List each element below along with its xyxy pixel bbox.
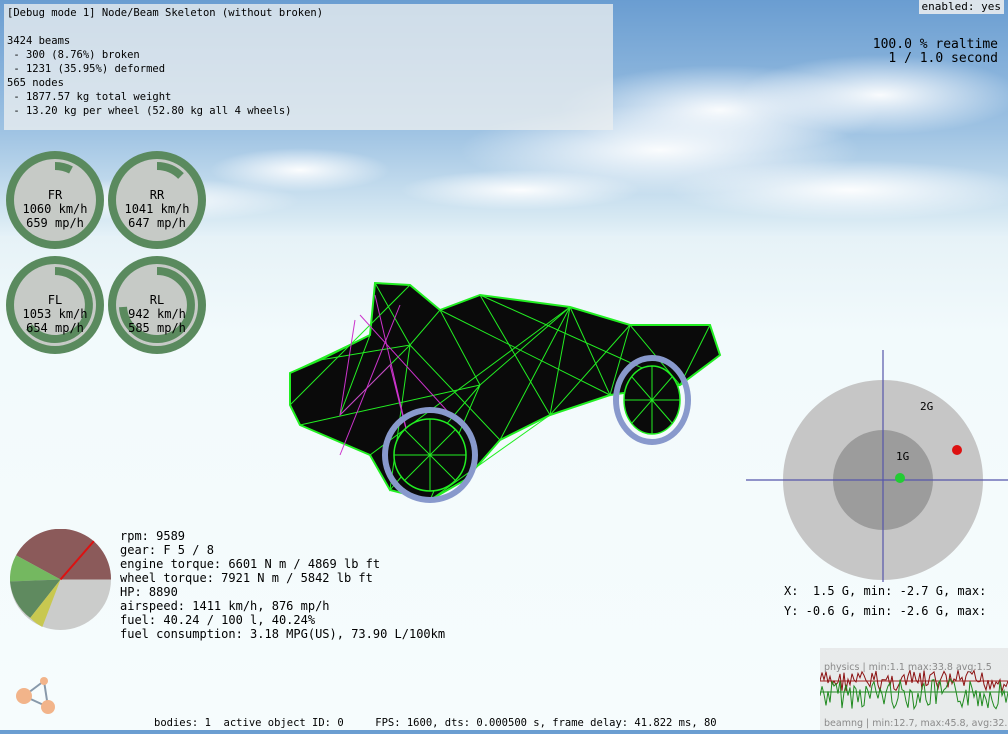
graph-beamng-label: beamng | min:12.7, max:45.8, avg:32.5 — [824, 718, 1008, 729]
wheel-gauge-rr: RR 1041 km/h 647 mp/h — [107, 150, 207, 250]
realtime-percent: 100.0 % realtime — [872, 37, 998, 52]
g-y-readout: Y: -0.6 G, min: -2.6 G, max: — [784, 604, 987, 618]
fuel-consumption-readout: fuel consumption: 3.18 MPG(US), 73.90 L/… — [120, 627, 446, 641]
wheel-speed-mph: 585 mp/h — [128, 321, 186, 335]
enabled-status: enabled: yes — [918, 0, 1004, 14]
g-current-dot — [895, 473, 905, 483]
wheel-speed-kmh: 1060 km/h — [22, 202, 88, 216]
wheel-speed-kmh: 1041 km/h — [124, 202, 190, 216]
vehicle-stats: rpm: 9589 gear: F 5 / 8 engine torque: 660… — [120, 529, 445, 641]
wheel-name: FR — [47, 188, 63, 202]
realtime-ratio: 1 / 1.0 second — [888, 51, 998, 66]
rpm-readout: rpm: 9589 — [120, 529, 186, 543]
g-ring-inner-label: 1G — [896, 450, 909, 463]
wheel-speed-kmh: 942 km/h — [128, 307, 186, 321]
wheel-torque-readout: wheel torque: 7921 N m / 5842 lb ft — [120, 571, 373, 585]
g-ring-outer-label: 2G — [920, 400, 933, 413]
node-beam-icon[interactable] — [14, 676, 58, 716]
g-peak-dot — [952, 445, 962, 455]
wheel-name: FL — [47, 293, 63, 307]
bottom-status-bar: bodies: 1 active object ID: 0 FPS: 1600,… — [154, 717, 717, 729]
wheel-speed-mph: 659 mp/h — [26, 216, 84, 230]
debug-info-panel: [Debug mode 1] Node/Beam Skeleton (witho… — [4, 4, 613, 130]
gear-readout: gear: F 5 / 8 — [120, 543, 214, 557]
weight-per-wheel: - 13.20 kg per wheel (52.80 kg all 4 whe… — [7, 105, 292, 117]
beams-deformed: - 1231 (35.95%) deformed — [7, 63, 166, 75]
node-count: 565 nodes — [7, 77, 64, 89]
realtime-readout: 100.0 % realtime 1 / 1.0 second — [873, 38, 998, 66]
total-weight: - 1877.57 kg total weight — [7, 91, 172, 103]
wheel-name: RR — [149, 188, 165, 202]
g-force-meter: 2G 1G — [746, 350, 1008, 582]
wheel-gauge-fl: FL 1053 km/h 654 mp/h — [5, 255, 105, 355]
wheel-speed-mph: 654 mp/h — [26, 321, 84, 335]
hp-readout: HP: 8890 — [120, 585, 178, 599]
wheel-speed-mph: 647 mp/h — [128, 216, 186, 230]
vehicle-wireframe — [289, 281, 722, 503]
graph-physics-label: physics | min:1.1 max:33.8 avg:1.5 — [824, 662, 992, 673]
wheel-speed-kmh: 1053 km/h — [22, 307, 88, 321]
wheel-gauge-rl: RL 942 km/h 585 mp/h — [107, 255, 207, 355]
beams-broken: - 300 (8.76%) broken — [7, 49, 140, 61]
fuel-readout: fuel: 40.24 / 100 l, 40.24% — [120, 613, 316, 627]
engine-torque-readout: engine torque: 6601 N m / 4869 lb ft — [120, 557, 381, 571]
debug-mode-title: [Debug mode 1] Node/Beam Skeleton (witho… — [7, 7, 324, 19]
g-x-readout: X: 1.5 G, min: -2.7 G, max: — [784, 584, 987, 598]
wheel-name: RL — [149, 293, 165, 307]
beam-count: 3424 beams — [7, 35, 71, 47]
airspeed-readout: airspeed: 1411 km/h, 876 mp/h — [120, 599, 330, 613]
engine-pie-chart — [10, 529, 111, 630]
wheel-gauge-fr: FR 1060 km/h 659 mp/h — [5, 150, 105, 250]
